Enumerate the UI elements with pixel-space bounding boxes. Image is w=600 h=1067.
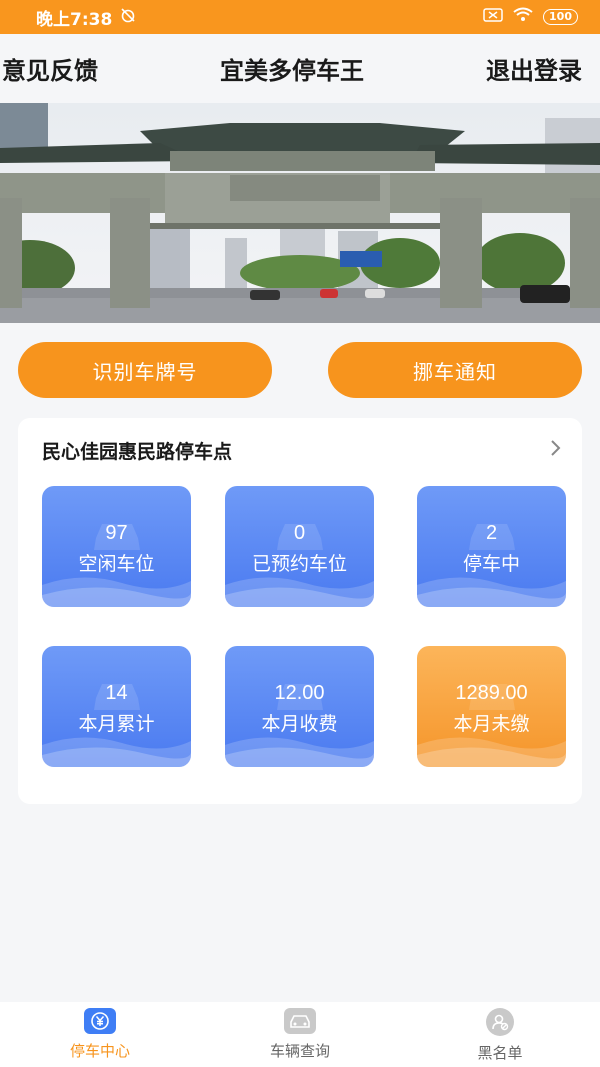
- status-time: 晚上7:38: [36, 9, 113, 30]
- nav-label: 车辆查询: [269, 1042, 330, 1060]
- parking-location-row[interactable]: 民心佳园惠民路停车点: [42, 436, 562, 464]
- stat-value: 2: [485, 522, 498, 544]
- chevron-right-icon: [550, 438, 562, 463]
- stat-tile-month-fees[interactable]: 12.00 本月收费: [225, 646, 374, 767]
- sim-icon: [483, 7, 503, 27]
- nav-label: 黑名单: [477, 1044, 523, 1062]
- stat-tile-month-total[interactable]: 14 本月累计: [42, 646, 191, 767]
- stat-value: 14: [105, 682, 128, 704]
- stat-value: 1289.00: [455, 682, 528, 704]
- bottom-nav: 停车中心 车辆查询 黑名单: [0, 1002, 600, 1067]
- status-bar: 晚上7:38 100: [0, 0, 600, 34]
- stat-label: 本月累计: [78, 713, 155, 735]
- stat-label: 停车中: [462, 553, 520, 575]
- stat-value: 0: [293, 522, 306, 544]
- move-car-notice-button[interactable]: 挪车通知: [328, 342, 582, 398]
- stat-label: 已预约车位: [251, 553, 347, 575]
- parking-location-name: 民心佳园惠民路停车点: [42, 440, 233, 463]
- logout-link[interactable]: 退出登录: [486, 51, 582, 86]
- top-header: 意见反馈 宜美多停车王 退出登录: [0, 34, 600, 102]
- alarm-off-icon: [120, 7, 136, 28]
- stat-tile-month-unpaid[interactable]: 1289.00 本月未缴: [417, 646, 566, 767]
- nav-parking-center[interactable]: 停车中心: [0, 1002, 200, 1067]
- stat-value: 12.00: [274, 682, 325, 704]
- page-title: 宜美多停车王: [220, 56, 364, 85]
- wifi-icon: [513, 7, 533, 27]
- stat-tile-free-spots[interactable]: 97 空闲车位: [42, 486, 191, 607]
- nav-label: 停车中心: [69, 1042, 130, 1060]
- stat-tile-parking[interactable]: 2 停车中: [417, 486, 566, 607]
- battery-icon: 100: [543, 9, 578, 25]
- stat-label: 本月未缴: [453, 713, 530, 735]
- user-block-icon: [486, 1008, 514, 1036]
- car-icon: [284, 1008, 316, 1034]
- nav-vehicle-query[interactable]: 车辆查询: [200, 1002, 400, 1067]
- nav-blacklist[interactable]: 黑名单: [400, 1002, 600, 1067]
- feedback-link[interactable]: 意见反馈: [2, 51, 98, 86]
- banner-image: [0, 103, 600, 323]
- yuan-icon: [84, 1008, 116, 1034]
- stat-value: 97: [105, 522, 128, 544]
- memorial-archway-photo: [0, 103, 600, 323]
- stat-label: 空闲车位: [78, 553, 155, 575]
- recognize-plate-button[interactable]: 识别车牌号: [18, 342, 272, 398]
- parking-stats-card: 民心佳园惠民路停车点 97 空闲车位 0 已预约车位 2 停车中 14 本月累计…: [18, 418, 582, 804]
- stat-tile-reserved-spots[interactable]: 0 已预约车位: [225, 486, 374, 607]
- stat-label: 本月收费: [261, 713, 338, 735]
